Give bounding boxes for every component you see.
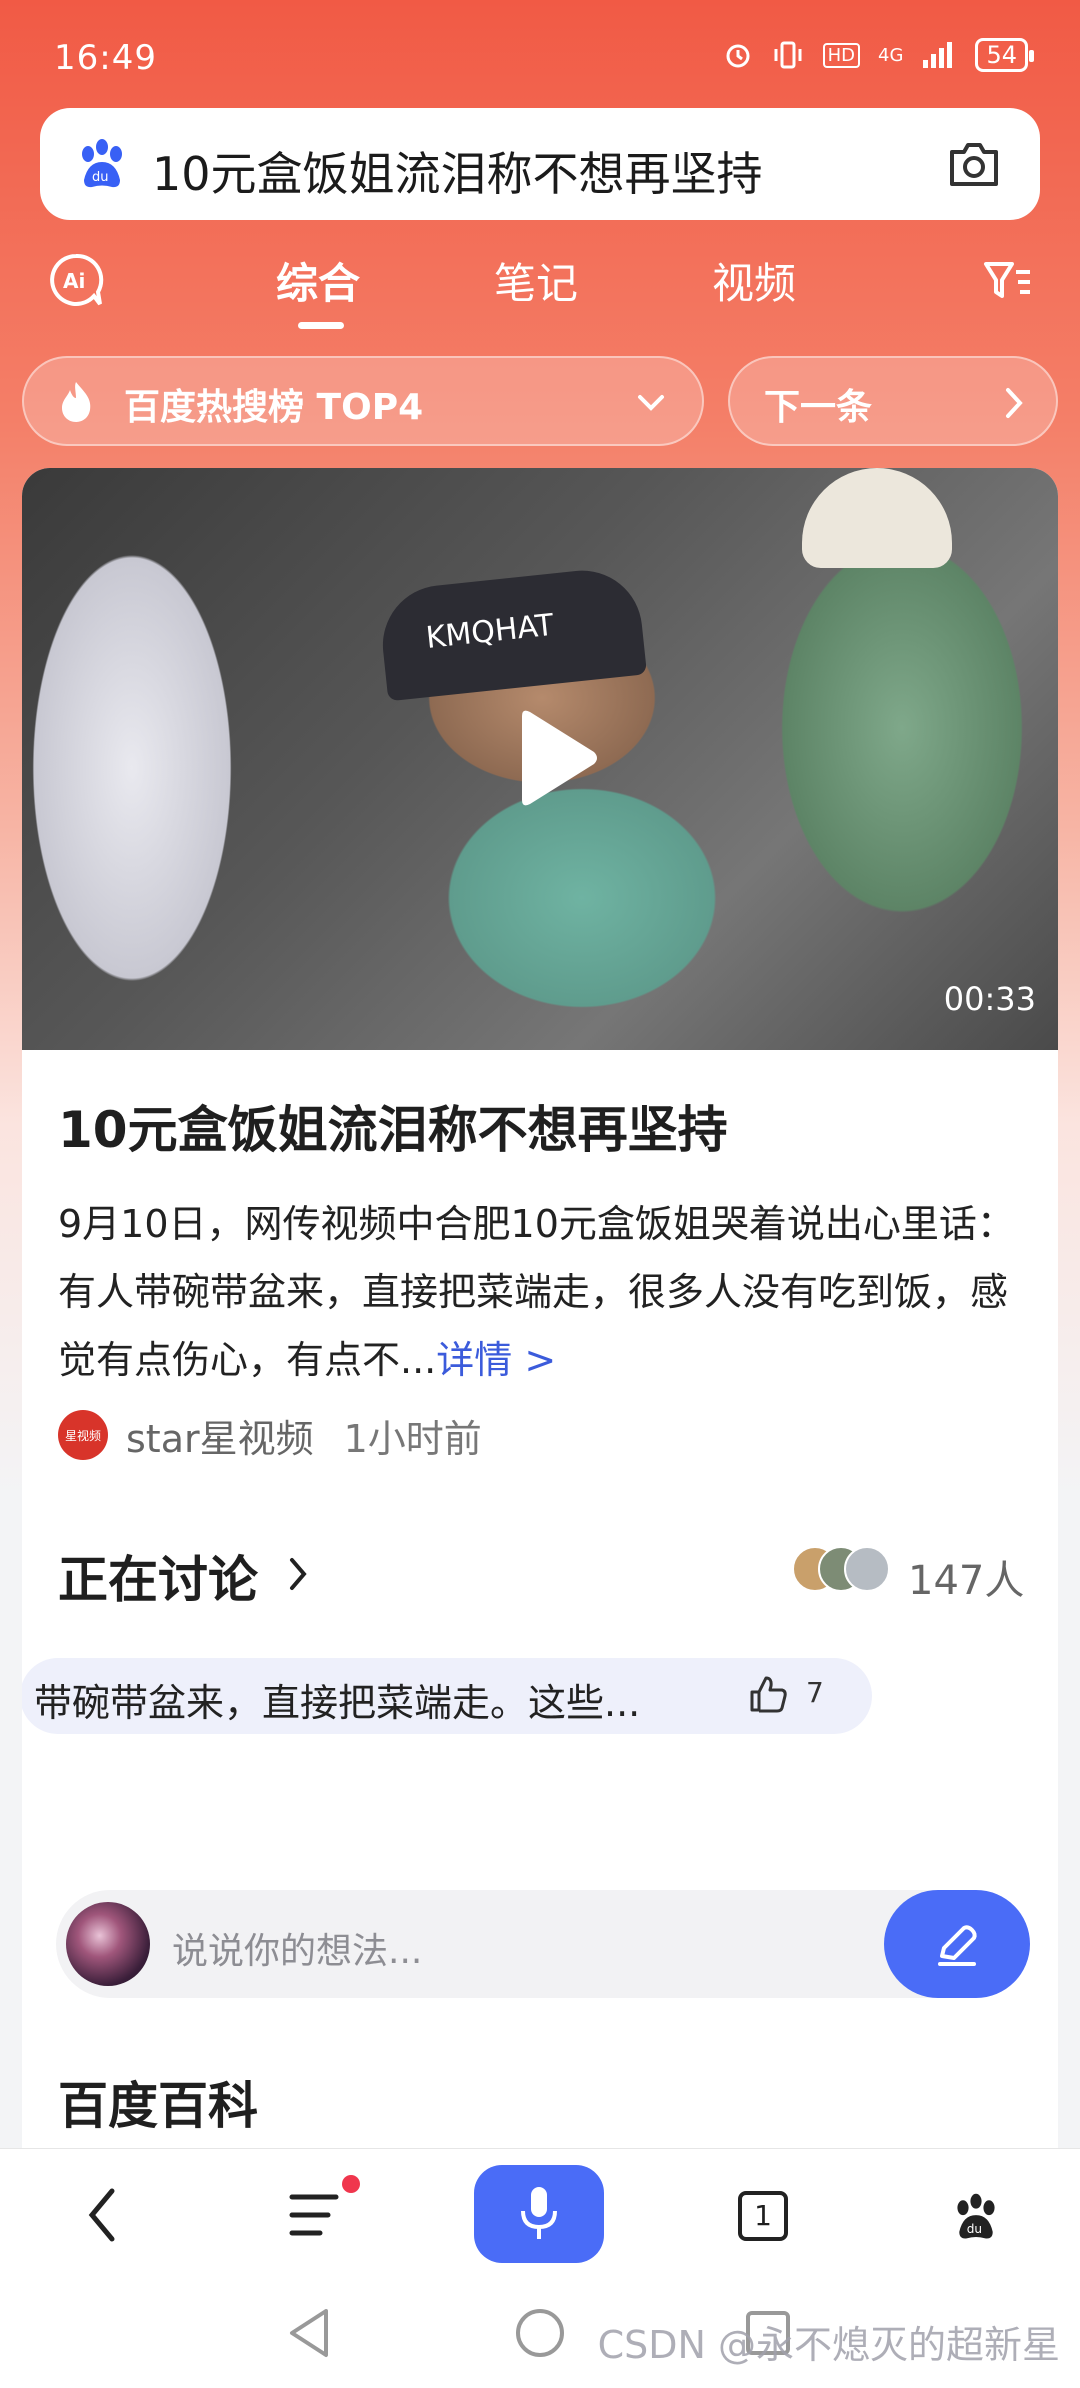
system-home-icon[interactable] — [512, 2305, 568, 2361]
participant-avatars — [792, 1546, 902, 1596]
camera-icon[interactable] — [946, 140, 1002, 190]
signal-icon — [923, 42, 953, 68]
avatar — [844, 1546, 890, 1592]
hot-search-label: 百度热搜榜 TOP4 — [124, 387, 424, 428]
source-logo: 星视频 — [58, 1410, 108, 1460]
status-icons: HD 4G 54 — [723, 38, 1034, 72]
menu-icon[interactable] — [286, 2189, 342, 2241]
cap-figure: KMQHAT — [376, 564, 648, 702]
next-item-chip[interactable]: 下一条 — [728, 356, 1058, 446]
article-summary: 9月10日，网传视频中合肥10元盒饭姐哭着说出心里话：有人带碗带盆来，直接把菜端… — [58, 1190, 1038, 1394]
tab-videos[interactable]: 视频 — [712, 250, 796, 311]
baidu-paw-icon: du — [82, 139, 122, 188]
hot-search-chip[interactable]: 百度热搜榜 TOP4 — [22, 356, 704, 446]
details-link[interactable]: 详情 > — [436, 1338, 556, 1382]
svg-text:du: du — [967, 2222, 982, 2236]
status-time: 16:49 — [54, 38, 157, 78]
ai-icon[interactable]: Ai — [48, 252, 104, 308]
vibrate-icon — [774, 41, 802, 69]
pencil-icon — [938, 1925, 977, 1966]
flame-icon — [62, 382, 91, 422]
tab-notes[interactable]: 笔记 — [494, 250, 578, 311]
baidu-paw-icon[interactable]: du — [950, 2191, 1002, 2243]
system-back-icon[interactable] — [284, 2305, 334, 2361]
thumbs-up-icon[interactable] — [748, 1674, 788, 1714]
user-avatar — [66, 1902, 150, 1986]
tabs-count-button[interactable]: 1 — [738, 2191, 788, 2241]
chevron-right-icon — [290, 1558, 307, 1590]
chevron-right-icon — [1006, 388, 1023, 418]
microphone-icon — [521, 2187, 557, 2239]
publish-time: 1小时前 — [343, 1416, 482, 1461]
video-thumbnail[interactable]: KMQHAT 00:33 — [22, 468, 1058, 1050]
battery-indicator: 54 — [975, 38, 1034, 72]
notification-dot — [342, 2175, 360, 2193]
watermark: CSDN @永不熄灭的超新星 — [597, 2323, 1060, 2367]
status-bar: 16:49 HD 4G 54 — [0, 0, 1080, 110]
svg-text:Ai: Ai — [63, 269, 85, 293]
play-icon[interactable] — [510, 708, 600, 808]
comment-item[interactable]: 带碗带盆来，直接把菜端走。这些... 7 — [22, 1658, 872, 1734]
svg-text:du: du — [92, 170, 109, 185]
chevron-down-icon — [638, 395, 664, 411]
article-title[interactable]: 10元盒饭姐流泪称不想再坚持 — [58, 1090, 728, 1162]
active-tab-indicator — [298, 322, 344, 329]
search-query[interactable]: 10元盒饭姐流泪称不想再坚持 — [152, 138, 763, 204]
discussion-title[interactable]: 正在讨论 — [58, 1540, 258, 1612]
voice-search-button[interactable] — [474, 2165, 604, 2263]
comment-placeholder: 说说你的想法... — [172, 1931, 423, 1972]
source-row: 星视频 star星视频 1小时前 — [58, 1408, 482, 1462]
next-item-label: 下一条 — [764, 387, 873, 428]
result-card: KMQHAT 00:33 10元盒饭姐流泪称不想再坚持 9月10日，网传视频中合… — [22, 468, 1058, 2168]
cap-text: KMQHAT — [424, 607, 556, 656]
tab-comprehensive[interactable]: 综合 — [276, 250, 360, 311]
alarm-icon — [726, 44, 750, 68]
back-icon[interactable] — [82, 2185, 122, 2245]
participant-count: 147人 — [908, 1558, 1025, 1604]
hd-icon: HD — [822, 42, 861, 68]
baike-section-title[interactable]: 百度百科 — [58, 2066, 258, 2138]
filter-icon[interactable] — [982, 258, 1034, 304]
comment-text: 带碗带盆来，直接把菜端走。这些... — [34, 1681, 641, 1725]
network-type: 4G — [878, 44, 904, 66]
video-duration: 00:33 — [943, 980, 1036, 1018]
result-tabs: Ai 综合 笔记 视频 — [0, 240, 1080, 340]
comment-input[interactable]: 说说你的想法... — [56, 1890, 1030, 1998]
search-bar[interactable]: du 10元盒饭姐流泪称不想再坚持 — [40, 108, 1040, 220]
write-comment-button[interactable] — [884, 1890, 1030, 1998]
helmet-figure — [802, 468, 952, 568]
source-name[interactable]: star星视频 — [126, 1408, 314, 1463]
like-count: 7 — [806, 1676, 824, 1709]
